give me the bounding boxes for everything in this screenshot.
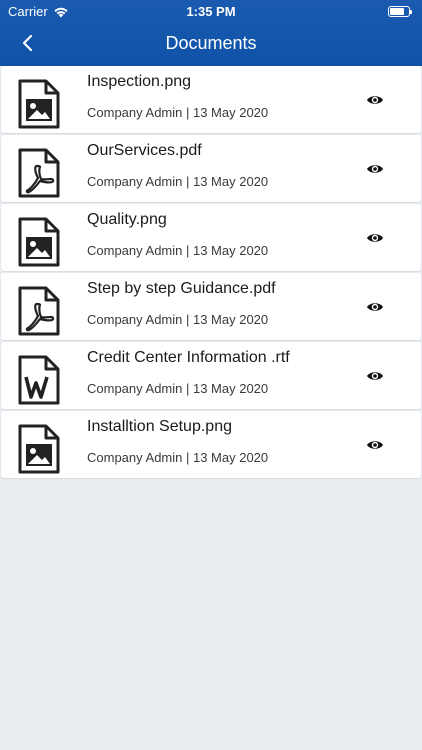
app-header: Carrier 1:35 PM Documents (0, 0, 422, 66)
document-meta: Company Admin | 13 May 2020 (87, 174, 269, 189)
battery-icon (388, 6, 412, 17)
image-file-icon (17, 217, 61, 267)
view-document-button[interactable] (363, 160, 387, 178)
document-name: Quality.png (87, 211, 167, 228)
eye-icon (367, 372, 383, 380)
document-row[interactable]: Credit Center Information .rtf Company A… (1, 342, 421, 409)
document-meta: Company Admin | 13 May 2020 (87, 450, 269, 465)
document-meta: Company Admin | 13 May 2020 (87, 243, 269, 258)
view-document-button[interactable] (363, 436, 387, 454)
status-time: 1:35 PM (186, 4, 236, 19)
document-meta: Company Admin | 13 May 2020 (87, 312, 269, 327)
status-bar: Carrier 1:35 PM (0, 0, 422, 22)
view-document-button[interactable] (363, 298, 387, 316)
document-meta: Company Admin | 13 May 2020 (87, 381, 269, 396)
document-row[interactable]: Quality.png Company Admin | 13 May 2020 (1, 204, 421, 271)
pdf-file-icon (17, 286, 61, 336)
eye-icon (367, 303, 383, 311)
view-document-button[interactable] (363, 229, 387, 247)
page-title: Documents (165, 33, 257, 53)
eye-icon (367, 441, 383, 449)
document-name: Installtion Setup.png (87, 418, 232, 435)
pdf-file-icon (17, 148, 61, 198)
document-name: Inspection.png (87, 73, 192, 90)
document-row[interactable]: OurServices.pdf Company Admin | 13 May 2… (1, 135, 421, 202)
image-file-icon (17, 424, 61, 474)
word-file-icon (17, 355, 61, 405)
eye-icon (367, 234, 383, 242)
view-document-button[interactable] (363, 367, 387, 385)
document-row[interactable]: Installtion Setup.png Company Admin | 13… (1, 411, 421, 478)
document-name: Step by step Guidance.pdf (87, 280, 276, 297)
document-row[interactable]: Step by step Guidance.pdf Company Admin … (1, 273, 421, 340)
view-document-button[interactable] (363, 91, 387, 109)
eye-icon (367, 96, 383, 104)
eye-icon (367, 165, 383, 173)
document-name: OurServices.pdf (87, 142, 202, 159)
document-row[interactable]: Inspection.png Company Admin | 13 May 20… (1, 66, 421, 133)
image-file-icon (17, 79, 61, 129)
document-list: Inspection.png Company Admin | 13 May 20… (0, 66, 422, 480)
document-name: Credit Center Information .rtf (87, 349, 290, 366)
document-meta: Company Admin | 13 May 2020 (87, 105, 269, 120)
